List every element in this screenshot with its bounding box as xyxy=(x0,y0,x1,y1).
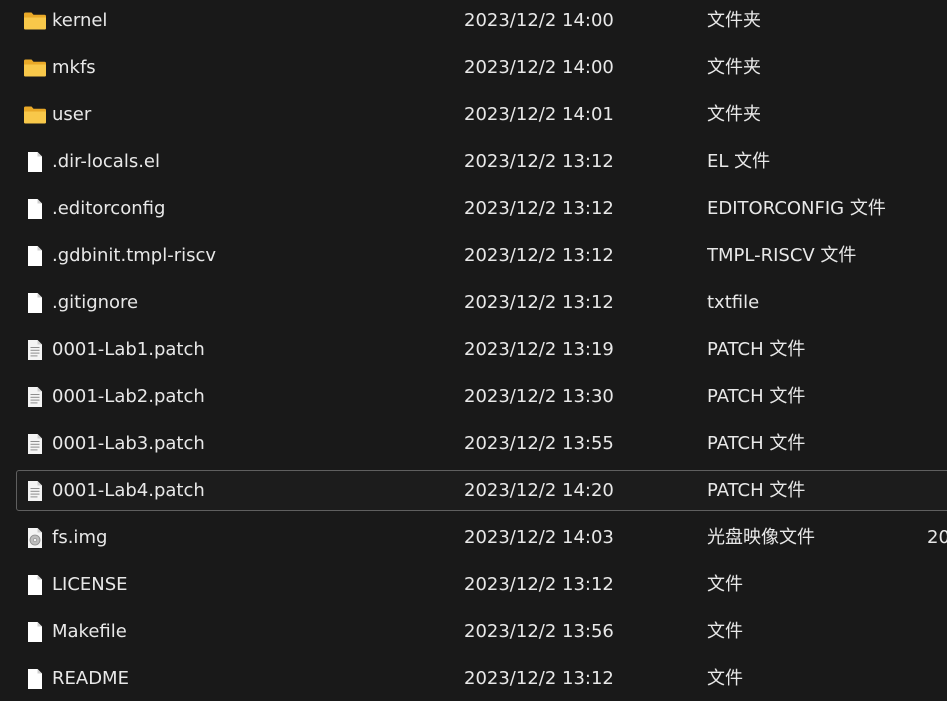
file-modified: 2023/12/2 13:12 xyxy=(464,198,614,219)
file-list: kernel 2023/12/2 14:00 文件夹 mkfs 2023/12/2 14… xyxy=(0,0,947,701)
file-type: txtfile xyxy=(707,292,760,313)
file-size: 20 xyxy=(927,527,947,548)
file-modified: 2023/12/2 14:00 xyxy=(464,57,614,78)
file-row-dir-locals-el[interactable]: .dir-locals.el 2023/12/2 13:12 EL 文件 xyxy=(16,141,947,182)
folder-icon xyxy=(23,10,47,32)
disc-image-icon xyxy=(23,527,47,549)
file-icon xyxy=(23,151,47,173)
file-name: user xyxy=(52,104,92,125)
file-row-fs-img[interactable]: fs.img 2023/12/2 14:03 光盘映像文件 20 xyxy=(16,517,947,558)
file-type: 文件 xyxy=(707,621,743,642)
file-modified: 2023/12/2 13:12 xyxy=(464,668,614,689)
file-type: PATCH 文件 xyxy=(707,339,806,360)
file-row-editorconfig[interactable]: .editorconfig 2023/12/2 13:12 EDITORCONFIG… xyxy=(16,188,947,229)
file-icon xyxy=(23,621,47,643)
file-name: README xyxy=(52,668,129,689)
file-modified: 2023/12/2 13:56 xyxy=(464,621,614,642)
file-icon xyxy=(23,245,47,267)
file-name: mkfs xyxy=(52,57,96,78)
file-row-license[interactable]: LICENSE 2023/12/2 13:12 文件 xyxy=(16,564,947,605)
file-modified: 2023/12/2 14:03 xyxy=(464,527,614,548)
file-modified: 2023/12/2 13:19 xyxy=(464,339,614,360)
file-row-0001-lab1-patch[interactable]: 0001-Lab1.patch 2023/12/2 13:19 PATCH 文件 xyxy=(16,329,947,370)
file-icon xyxy=(23,574,47,596)
file-name: kernel xyxy=(52,10,108,31)
file-row-0001-lab3-patch[interactable]: 0001-Lab3.patch 2023/12/2 13:55 PATCH 文件 xyxy=(16,423,947,464)
file-name: Makefile xyxy=(52,621,127,642)
file-row-kernel[interactable]: kernel 2023/12/2 14:00 文件夹 xyxy=(16,0,947,41)
file-icon xyxy=(23,668,47,690)
file-type: PATCH 文件 xyxy=(707,480,806,501)
file-row-gitignore[interactable]: .gitignore 2023/12/2 13:12 txtfile xyxy=(16,282,947,323)
file-modified: 2023/12/2 14:01 xyxy=(464,104,614,125)
file-modified: 2023/12/2 13:30 xyxy=(464,386,614,407)
folder-icon xyxy=(23,104,47,126)
file-type: 文件夹 xyxy=(707,10,761,31)
file-row-mkfs[interactable]: mkfs 2023/12/2 14:00 文件夹 xyxy=(16,47,947,88)
file-modified: 2023/12/2 13:12 xyxy=(464,292,614,313)
file-type: 文件夹 xyxy=(707,104,761,125)
file-row-makefile[interactable]: Makefile 2023/12/2 13:56 文件 xyxy=(16,611,947,652)
file-row-0001-lab4-patch[interactable]: 0001-Lab4.patch 2023/12/2 14:20 PATCH 文件 xyxy=(16,470,947,511)
file-type: 文件 xyxy=(707,668,743,689)
file-row-gdbinit-tmpl-riscv[interactable]: .gdbinit.tmpl-riscv 2023/12/2 13:12 TMPL-R… xyxy=(16,235,947,276)
file-type: TMPL-RISCV 文件 xyxy=(707,245,857,266)
file-type: EL 文件 xyxy=(707,151,771,172)
file-name: .dir-locals.el xyxy=(52,151,161,172)
file-type: PATCH 文件 xyxy=(707,433,806,454)
file-type: PATCH 文件 xyxy=(707,386,806,407)
file-name: 0001-Lab3.patch xyxy=(52,433,205,454)
file-name: LICENSE xyxy=(52,574,128,595)
file-name: .editorconfig xyxy=(52,198,166,219)
file-modified: 2023/12/2 14:20 xyxy=(464,480,614,501)
file-type: 文件夹 xyxy=(707,57,761,78)
file-type: EDITORCONFIG 文件 xyxy=(707,198,886,219)
text-file-icon xyxy=(23,433,47,455)
file-modified: 2023/12/2 13:12 xyxy=(464,574,614,595)
file-type: 文件 xyxy=(707,574,743,595)
text-file-icon xyxy=(23,386,47,408)
file-row-user[interactable]: user 2023/12/2 14:01 文件夹 xyxy=(16,94,947,135)
file-name: .gdbinit.tmpl-riscv xyxy=(52,245,217,266)
file-type: 光盘映像文件 xyxy=(707,527,815,548)
text-file-icon xyxy=(23,339,47,361)
file-name: 0001-Lab1.patch xyxy=(52,339,205,360)
file-row-0001-lab2-patch[interactable]: 0001-Lab2.patch 2023/12/2 13:30 PATCH 文件 xyxy=(16,376,947,417)
file-name: .gitignore xyxy=(52,292,139,313)
folder-icon xyxy=(23,57,47,79)
file-modified: 2023/12/2 14:00 xyxy=(464,10,614,31)
file-icon xyxy=(23,198,47,220)
file-name: fs.img xyxy=(52,527,108,548)
file-modified: 2023/12/2 13:55 xyxy=(464,433,614,454)
file-name: 0001-Lab4.patch xyxy=(52,480,205,501)
file-row-readme[interactable]: README 2023/12/2 13:12 文件 xyxy=(16,658,947,699)
file-modified: 2023/12/2 13:12 xyxy=(464,151,614,172)
file-modified: 2023/12/2 13:12 xyxy=(464,245,614,266)
text-file-icon xyxy=(23,480,47,502)
file-name: 0001-Lab2.patch xyxy=(52,386,205,407)
file-icon xyxy=(23,292,47,314)
